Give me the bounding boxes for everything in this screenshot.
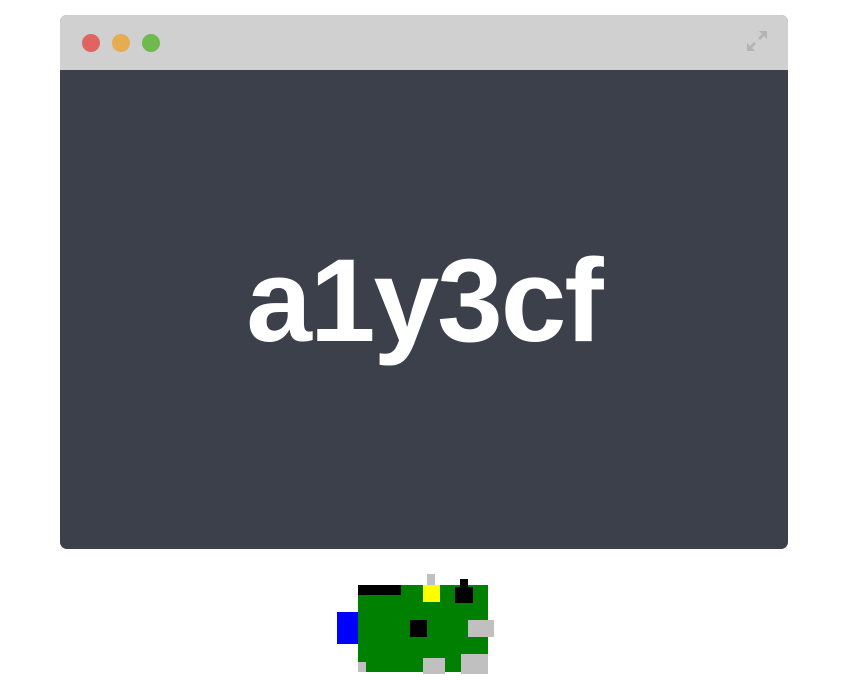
page: a1y3cf [0, 0, 847, 688]
browser-window: a1y3cf [60, 15, 788, 549]
minimize-button[interactable] [112, 34, 130, 52]
window-content: a1y3cf [60, 70, 788, 549]
zoom-button[interactable] [142, 34, 160, 52]
expand-arrows-icon[interactable] [744, 28, 770, 54]
raspberry-pi-board-icon [337, 574, 494, 674]
captcha-text: a1y3cf [246, 234, 603, 367]
window-titlebar [60, 15, 788, 70]
close-button[interactable] [82, 34, 100, 52]
